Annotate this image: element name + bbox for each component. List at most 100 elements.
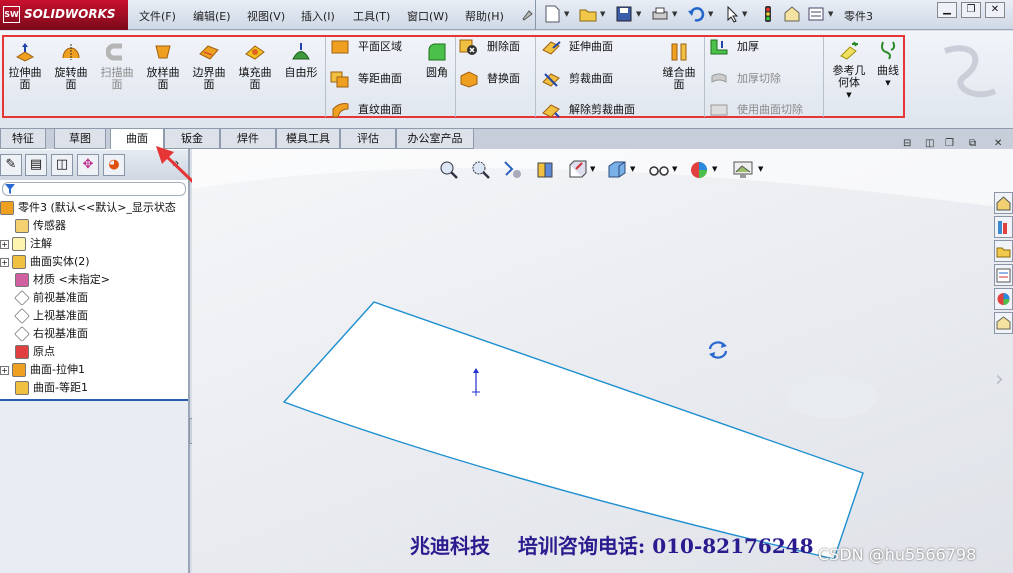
curves-button[interactable]: 曲线 ▼ bbox=[874, 40, 902, 89]
extrude-surface-button[interactable]: 拉伸曲 面 bbox=[4, 42, 46, 91]
viewport-tile-icon[interactable]: ⊟ bbox=[903, 138, 911, 149]
ruled-surface-button[interactable]: 直纹曲面 bbox=[330, 99, 402, 121]
thicken-label: 加厚 bbox=[737, 40, 759, 53]
file-explorer-icon[interactable] bbox=[994, 240, 1013, 262]
planar-surface-button[interactable]: 平面区域 bbox=[330, 36, 402, 58]
tree-item[interactable]: + 曲面实体(2) bbox=[0, 253, 90, 271]
viewport-maximize-icon[interactable]: ⧉ bbox=[969, 138, 976, 149]
thicken-cut-button[interactable]: 加厚切除 bbox=[709, 68, 781, 90]
tree-item[interactable]: 原点 bbox=[0, 343, 55, 361]
document-window-controls: ⊟ ◫ ❐ ⧉ ✕ bbox=[903, 138, 1013, 150]
menu-insert[interactable]: 插入(I) bbox=[301, 8, 335, 24]
surface-cut-button[interactable]: 使用曲面切除 bbox=[709, 99, 803, 121]
revolve-surface-button[interactable]: 旋转曲 面 bbox=[50, 42, 92, 91]
menu-file[interactable]: 文件(F) bbox=[139, 8, 176, 24]
sweep-surface-button[interactable]: 扫描曲 面 bbox=[96, 42, 138, 91]
tab-office-products[interactable]: 办公室产品 bbox=[396, 129, 474, 149]
design-library-icon[interactable] bbox=[994, 216, 1013, 238]
custom-properties-icon[interactable] bbox=[994, 312, 1013, 334]
replace-face-button[interactable]: 替换面 bbox=[459, 68, 520, 90]
minimize-button[interactable]: ▁ bbox=[937, 2, 957, 18]
appearances-icon[interactable] bbox=[994, 288, 1013, 310]
graphics-area[interactable]: ▼ ▼ ▼ ▼ ▼ › bbox=[192, 149, 1013, 573]
restore-button[interactable]: ❐ bbox=[961, 2, 981, 18]
feature-manager-lower-area bbox=[0, 399, 188, 573]
tab-mold-tools[interactable]: 模具工具 bbox=[276, 129, 340, 149]
ds-watermark-icon bbox=[944, 45, 997, 98]
pin-icon[interactable] bbox=[517, 5, 537, 23]
tree-item[interactable]: + 曲面-拉伸1 bbox=[0, 361, 85, 379]
tree-item-label: 传感器 bbox=[33, 219, 66, 232]
menu-tools[interactable]: 工具(T) bbox=[353, 8, 390, 24]
expand-toggle-icon[interactable]: + bbox=[0, 365, 9, 375]
new-document-icon[interactable] bbox=[542, 5, 562, 23]
offset-surface-icon bbox=[15, 381, 29, 395]
select-cursor-icon[interactable] bbox=[722, 5, 742, 23]
tab-evaluate[interactable]: 评估 bbox=[340, 129, 396, 149]
view-palette-icon[interactable] bbox=[994, 264, 1013, 286]
reference-geometry-button[interactable]: 参考几 何体 ▼ bbox=[828, 40, 870, 101]
thicken-button[interactable]: 加厚 bbox=[709, 36, 759, 58]
offset-surface-button[interactable]: 等距曲面 bbox=[330, 68, 402, 90]
trim-surface-button[interactable]: 剪裁曲面 bbox=[541, 68, 613, 90]
menu-window[interactable]: 窗口(W) bbox=[407, 8, 448, 24]
thicken-cut-icon bbox=[711, 73, 727, 83]
delete-face-button[interactable]: 删除面 bbox=[459, 36, 520, 58]
freeform-icon bbox=[292, 43, 310, 60]
print-icon[interactable] bbox=[650, 5, 670, 23]
display-manager-tab-icon[interactable]: ◕ bbox=[103, 154, 125, 176]
tree-item[interactable]: 右视基准面 bbox=[0, 325, 88, 343]
tree-item[interactable]: + 注解 bbox=[0, 235, 52, 253]
configuration-manager-tab-icon[interactable]: ◫ bbox=[51, 154, 73, 176]
menu-help[interactable]: 帮助(H) bbox=[465, 8, 504, 24]
menu-edit[interactable]: 编辑(E) bbox=[193, 8, 231, 24]
tree-item[interactable]: 材质 <未指定> bbox=[0, 271, 110, 289]
viewport-restore-icon[interactable]: ❐ bbox=[945, 138, 954, 149]
fill-surface-button[interactable]: 填充曲 面 bbox=[234, 42, 276, 91]
knit-surface-button[interactable]: 缝合曲 面 bbox=[658, 42, 700, 91]
part-icon bbox=[0, 201, 14, 215]
trim-surface-label: 剪裁曲面 bbox=[569, 72, 613, 85]
feature-tree-tab-icon[interactable]: ✎ bbox=[0, 154, 22, 176]
task-pane-expand-icon[interactable]: › bbox=[995, 367, 1004, 392]
resources-home-icon[interactable] bbox=[994, 192, 1013, 214]
tree-item[interactable]: 上视基准面 bbox=[0, 307, 88, 325]
viewport-minimize-icon[interactable]: ◫ bbox=[925, 138, 934, 149]
loft-surface-button[interactable]: 放样曲 面 bbox=[142, 42, 184, 91]
curves-label: 曲线 bbox=[877, 64, 899, 77]
fillet-button[interactable]: 圆角 bbox=[420, 42, 454, 79]
tree-item[interactable]: 传感器 bbox=[0, 217, 66, 235]
menu-view[interactable]: 视图(V) bbox=[247, 8, 285, 24]
viewport-close-icon[interactable]: ✕ bbox=[994, 138, 1002, 149]
curves-icon bbox=[881, 41, 896, 60]
boundary-surface-button[interactable]: 边界曲 面 bbox=[188, 42, 230, 91]
tree-item[interactable]: 曲面-等距1 bbox=[0, 379, 88, 397]
tree-item-label: 前视基准面 bbox=[33, 291, 88, 304]
file-properties-icon[interactable] bbox=[782, 5, 802, 23]
close-button[interactable]: ✕ bbox=[985, 2, 1005, 18]
extend-surface-label: 延伸曲面 bbox=[569, 40, 613, 53]
untrim-surface-button[interactable]: 解除剪裁曲面 bbox=[541, 99, 635, 121]
property-manager-tab-icon[interactable]: ▤ bbox=[25, 154, 47, 176]
dimxpert-tab-icon[interactable]: ✥ bbox=[77, 154, 99, 176]
fill-surface-icon bbox=[245, 45, 265, 60]
options-icon[interactable] bbox=[806, 5, 826, 23]
tab-sketch[interactable]: 草图 bbox=[54, 129, 106, 149]
tree-item-label: 材质 <未指定> bbox=[33, 273, 110, 286]
freeform-button[interactable]: 自由形 bbox=[280, 42, 322, 79]
expand-toggle-icon[interactable]: + bbox=[0, 239, 9, 249]
replace-face-icon bbox=[460, 71, 478, 88]
tab-features[interactable]: 特征 bbox=[0, 129, 46, 149]
undo-icon[interactable] bbox=[686, 5, 706, 23]
rotate-view-icon[interactable] bbox=[706, 339, 730, 361]
expand-toggle-icon[interactable]: + bbox=[0, 257, 9, 267]
plane-icon bbox=[14, 290, 30, 306]
origin-icon bbox=[15, 345, 29, 359]
open-folder-icon[interactable] bbox=[578, 5, 598, 23]
tree-item[interactable]: 前视基准面 bbox=[0, 289, 88, 307]
offset-surface-label: 等距曲面 bbox=[358, 72, 402, 85]
untrim-surface-label: 解除剪裁曲面 bbox=[569, 103, 635, 116]
rebuild-traffic-light-icon[interactable] bbox=[758, 5, 778, 23]
extend-surface-button[interactable]: 延伸曲面 bbox=[541, 36, 613, 58]
save-icon[interactable] bbox=[614, 5, 634, 23]
